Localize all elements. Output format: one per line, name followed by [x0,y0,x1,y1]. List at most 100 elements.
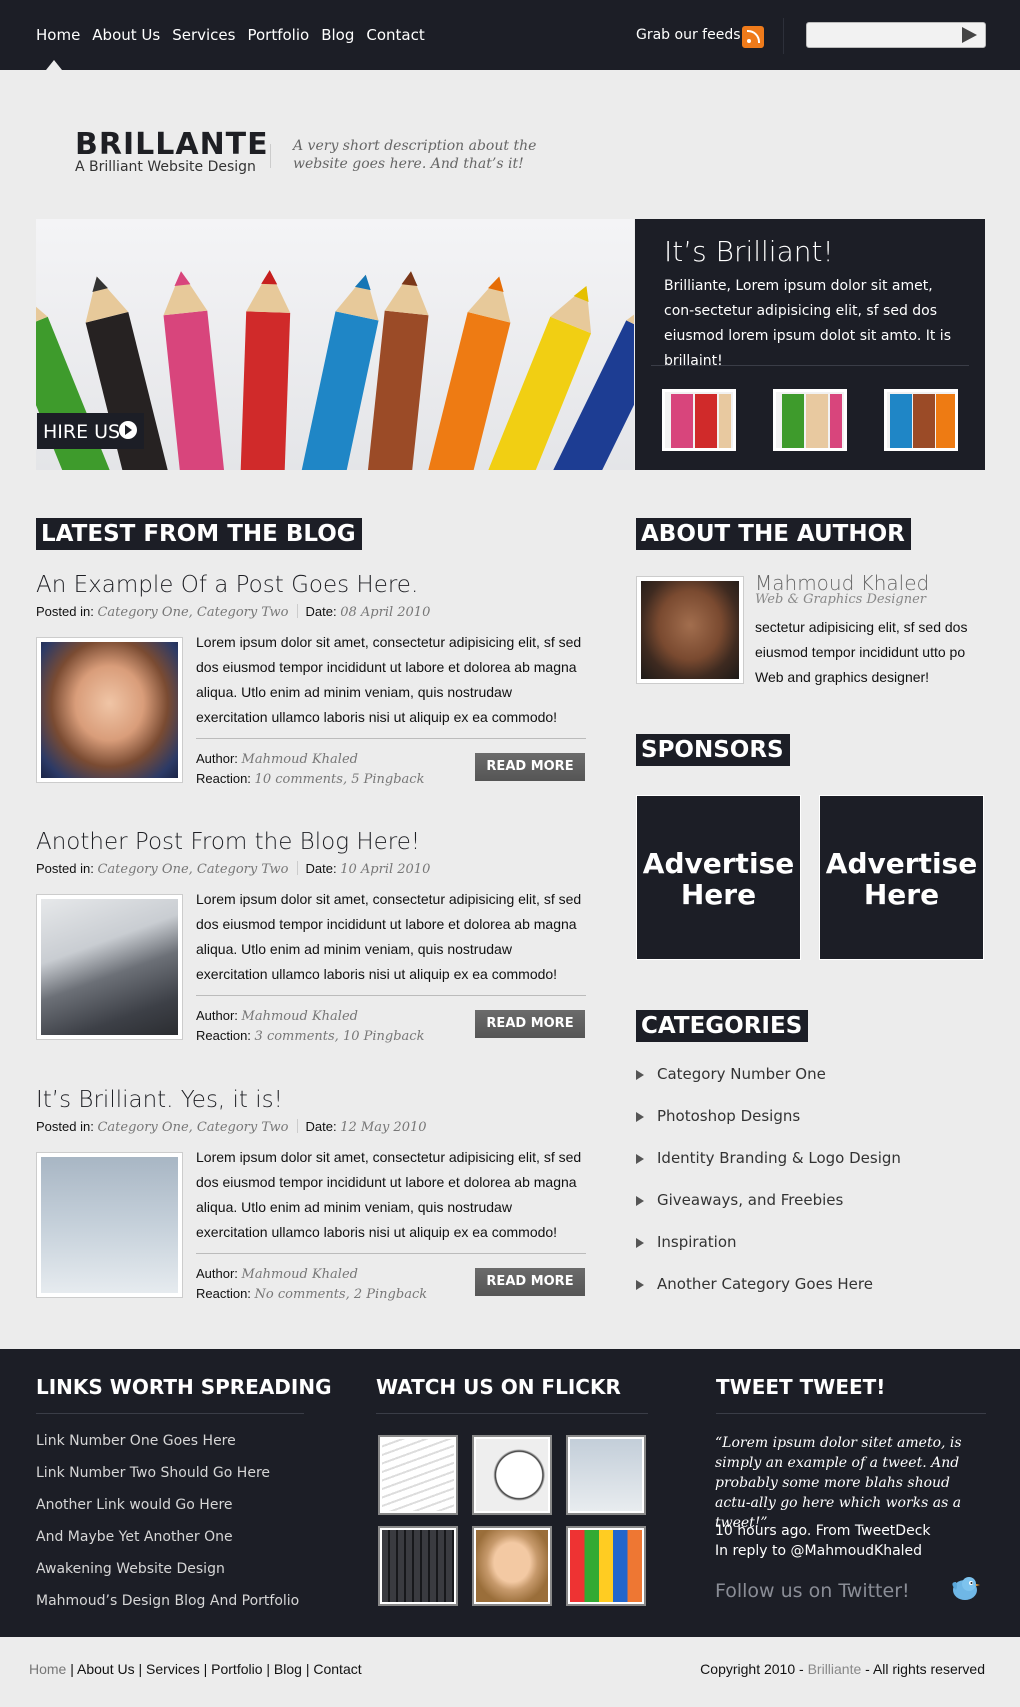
reaction-label: Reaction: [196,1286,251,1301]
nav-divider [783,18,784,54]
posted-in-label: Posted in: [36,1119,94,1134]
nav-portfolio[interactable]: Portfolio [247,26,309,44]
footer-link[interactable]: Link Number One Goes Here [36,1433,299,1465]
category-item[interactable]: Identity Branding & Logo Design [636,1149,966,1191]
meta-divider [296,861,298,875]
post-reaction[interactable]: No comments, 2 Pingback [255,1287,428,1302]
links-heading: LINKS WORTH SPREADING [36,1375,332,1399]
read-more-button[interactable]: READ MORE [475,753,585,781]
post-meta: Posted in: Category One, Category Two Dat… [36,604,430,620]
tweet-reply[interactable]: In reply to @MahmoudKhaled [715,1541,931,1561]
footer-link[interactable]: Awakening Website Design [36,1561,299,1593]
nav-contact[interactable]: Contact [366,26,424,44]
flickr-photo[interactable] [378,1435,458,1515]
post-author[interactable]: Mahmoud Khaled [242,1267,358,1282]
site-tagline: A very short description about the websi… [293,138,537,172]
post-thumbnail[interactable] [36,637,183,783]
bottom-nav-blog[interactable]: Blog [274,1661,302,1677]
search-submit-icon[interactable] [962,27,977,43]
footer-link[interactable]: Link Number Two Should Go Here [36,1465,299,1497]
hero-side-divider [651,365,969,366]
author-role: Web & Graphics Designer [755,592,926,607]
meta-divider [296,604,298,618]
copyright-text: Copyright 2010 - [700,1661,808,1677]
post-title[interactable]: It’s Brilliant. Yes, it is! [36,1087,283,1113]
date-label: Date: [305,861,337,876]
post-categories[interactable]: Category One, Category Two [97,605,288,620]
tweet-time: 10 hours ago. From TweetDeck [715,1523,931,1539]
post-categories[interactable]: Category One, Category Two [97,1120,288,1135]
footer-divider [716,1413,986,1414]
sponsors-heading: SPONSORS [636,734,790,766]
post-author[interactable]: Mahmoud Khaled [242,752,358,767]
post-excerpt: Lorem ipsum dolor sit amet, consectetur … [196,634,582,725]
post-categories[interactable]: Category One, Category Two [97,862,288,877]
tweet-text: “Lorem ipsum dolor sitet ameto, is simpl… [715,1435,962,1531]
post-reaction[interactable]: 10 comments, 5 Pingback [255,772,425,787]
read-more-button[interactable]: READ MORE [475,1010,585,1038]
footer-link[interactable]: And Maybe Yet Another One [36,1529,299,1561]
bottom-nav-about[interactable]: About Us [77,1661,135,1677]
posted-in-label: Posted in: [36,861,94,876]
footer-link[interactable]: Mahmoud’s Design Blog And Portfolio [36,1593,299,1625]
site-logo[interactable]: BRILLANTE [75,127,269,162]
post-thumbnail[interactable] [36,894,183,1040]
bottom-nav-services[interactable]: Services [146,1661,200,1677]
follow-twitter-link[interactable]: Follow us on Twitter! [715,1580,910,1602]
twitter-bird-icon[interactable] [950,1572,980,1602]
category-item[interactable]: Inspiration [636,1233,966,1275]
author-label: Author: [196,1266,238,1281]
nav-services[interactable]: Services [172,26,235,44]
category-item[interactable]: Giveaways, and Freebies [636,1191,966,1233]
play-circle-icon[interactable] [119,421,137,439]
date-label: Date: [305,604,337,619]
advertise-slot[interactable]: Advertise Here [819,795,984,960]
bottom-nav-contact[interactable]: Contact [313,1661,361,1677]
flickr-photo[interactable] [472,1435,552,1515]
post-reaction[interactable]: 3 comments, 10 Pingback [255,1029,425,1044]
bottom-nav-portfolio[interactable]: Portfolio [211,1661,262,1677]
nav-blog[interactable]: Blog [321,26,354,44]
post-author-info: Author: Mahmoud Khaled Reaction: No comm… [196,1264,427,1304]
rss-icon[interactable] [742,26,764,48]
author-label: Author: [196,751,238,766]
post-divider [196,738,586,739]
category-item[interactable]: Another Category Goes Here [636,1275,966,1317]
nav-about[interactable]: About Us [92,26,160,44]
post-date: 12 May 2010 [340,1120,427,1135]
flickr-photo[interactable] [566,1526,646,1606]
flickr-photo[interactable] [566,1435,646,1515]
copyright-brand[interactable]: Brilliante [808,1661,862,1677]
search-input[interactable] [806,22,986,48]
post-author[interactable]: Mahmoud Khaled [242,1009,358,1024]
bottom-nav-home[interactable]: Home [29,1661,66,1677]
hero-thumbnail[interactable] [773,389,847,451]
hero-thumbnail[interactable] [884,389,958,451]
blog-heading: LATEST FROM THE BLOG [36,518,362,550]
category-item[interactable]: Category Number One [636,1065,966,1107]
advertise-slot[interactable]: Advertise Here [636,795,801,960]
post-date: 10 April 2010 [340,862,431,877]
post-thumbnail[interactable] [36,1152,183,1298]
active-nav-indicator [46,60,62,70]
hero-thumbnail[interactable] [662,389,736,451]
footer-link[interactable]: Another Link would Go Here [36,1497,299,1529]
post-title[interactable]: An Example Of a Post Goes Here. [36,572,418,598]
categories-heading: CATEGORIES [636,1010,809,1042]
read-more-button[interactable]: READ MORE [475,1268,585,1296]
feeds-label[interactable]: Grab our feeds [636,27,741,43]
category-item[interactable]: Photoshop Designs [636,1107,966,1149]
footer-divider [36,1413,304,1414]
flickr-heading: WATCH US ON FLICKR [376,1375,621,1399]
hero-side-text: Brilliante, Lorem ipsum dolor sit amet, … [664,278,951,369]
meta-divider [296,1119,298,1133]
main-nav: Home About Us Services Portfolio Blog Co… [36,26,425,44]
flickr-photo[interactable] [472,1526,552,1606]
flickr-photo[interactable] [378,1526,458,1606]
copyright: Copyright 2010 - Brilliante - All rights… [700,1661,985,1677]
reaction-label: Reaction: [196,771,251,786]
bottom-nav: Home | About Us | Services | Portfolio |… [29,1661,362,1677]
nav-home[interactable]: Home [36,26,80,44]
post-title[interactable]: Another Post From the Blog Here! [36,829,420,855]
post-meta: Posted in: Category One, Category Two Dat… [36,861,430,877]
